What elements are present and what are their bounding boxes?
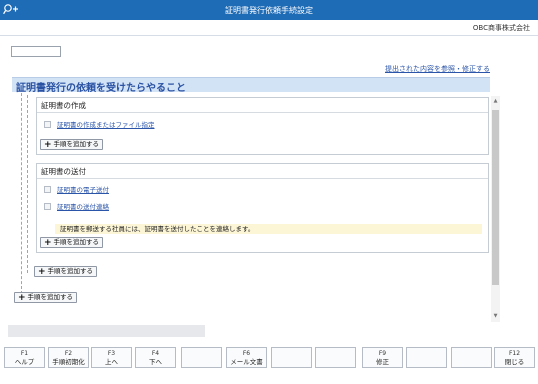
- add-step-label: 手順を追加する: [53, 238, 100, 246]
- fkey-label: 上へ: [105, 358, 118, 366]
- divider: [0, 35, 538, 36]
- fkey-label: 下へ: [149, 358, 162, 366]
- scrollbar-thumb[interactable]: [492, 110, 499, 285]
- f11-button[interactable]: [451, 347, 492, 368]
- step-card-heading: 証明書の作成: [37, 98, 488, 113]
- section-header: 証明書発行の依頼を受けたらやること: [12, 77, 490, 94]
- task-send-notice[interactable]: 証明書の送付連絡: [44, 203, 109, 212]
- f5-button[interactable]: [181, 347, 222, 368]
- fkey-number: [316, 348, 355, 349]
- tree-line: [27, 95, 28, 273]
- fkey-number: F12: [508, 350, 521, 357]
- f7-button[interactable]: [271, 347, 312, 368]
- f9-edit-button[interactable]: F9 修正: [362, 347, 403, 368]
- step-card-send: 証明書の送付 証明書の電子送付 証明書の送付連絡 証明書を郵送する社員には、証明…: [36, 163, 489, 253]
- reference-edit-link[interactable]: 提出された内容を参照・修正する: [385, 64, 490, 74]
- add-step-label: 手順を追加する: [27, 293, 74, 301]
- f2-reset-steps-button[interactable]: F2 手順初期化: [48, 347, 89, 368]
- task-link[interactable]: 証明書の電子送付: [57, 186, 109, 194]
- f8-button[interactable]: [315, 347, 356, 368]
- company-name: OBC商事株式会社: [472, 24, 530, 32]
- fkey-number: [407, 348, 446, 349]
- add-step-button[interactable]: + 手順を追加する: [40, 237, 104, 248]
- title-bar: 証明書発行依頼手続設定: [0, 0, 538, 20]
- task-note: 証明書を郵送する社員には、証明書を送付したことを連絡します。: [55, 224, 482, 234]
- scroll-down-icon[interactable]: ▼: [492, 313, 499, 320]
- fkey-number: F3: [107, 350, 116, 357]
- status-bar: [8, 325, 205, 337]
- fkey-number: [272, 348, 311, 349]
- plus-icon: +: [44, 238, 52, 248]
- fkey-label: 閉じる: [504, 358, 525, 366]
- fkey-number: F4: [151, 350, 160, 357]
- plus-icon: +: [44, 140, 52, 150]
- f4-down-button[interactable]: F4 下へ: [135, 347, 176, 368]
- add-step-label: 手順を追加する: [53, 140, 100, 148]
- task-checkbox[interactable]: [44, 121, 51, 128]
- add-step-label: 手順を追加する: [47, 267, 94, 275]
- fkey-number: F1: [20, 350, 29, 357]
- step-card-heading: 証明書の送付: [37, 164, 488, 179]
- f1-help-button[interactable]: F1 ヘルプ: [4, 347, 45, 368]
- fkey-number: [182, 348, 221, 349]
- section-title: 証明書発行の依頼を受けたらやること: [16, 83, 186, 94]
- fkey-number: F6: [242, 350, 251, 357]
- fkey-number: F2: [64, 350, 73, 357]
- fkey-number: [452, 348, 491, 349]
- step-card-create: 証明書の作成 証明書の作成またはファイル指定 + 手順を追加する: [36, 97, 489, 155]
- task-link[interactable]: 証明書の作成またはファイル指定: [57, 121, 155, 129]
- plus-icon: +: [38, 267, 46, 277]
- add-step-button-root[interactable]: + 手順を追加する: [14, 292, 78, 303]
- vertical-scrollbar[interactable]: ▲ ▼: [491, 96, 500, 322]
- task-create-certificate[interactable]: 証明書の作成またはファイル指定: [44, 121, 155, 130]
- f6-mail-document-button[interactable]: F6 メール文書: [226, 347, 267, 368]
- f3-up-button[interactable]: F3 上へ: [91, 347, 132, 368]
- task-electronic-send[interactable]: 証明書の電子送付: [44, 186, 109, 195]
- fkey-label: ヘルプ: [14, 358, 35, 366]
- add-step-button-outer[interactable]: + 手順を追加する: [34, 266, 98, 277]
- f10-button[interactable]: [406, 347, 447, 368]
- task-checkbox[interactable]: [44, 203, 51, 210]
- f12-close-button[interactable]: F12 閉じる: [494, 347, 535, 368]
- function-key-bar: F1 ヘルプ F2 手順初期化 F3 上へ F4 下へ F6 メール文書 F9 修正 F12…: [0, 344, 538, 384]
- task-checkbox[interactable]: [44, 186, 51, 193]
- fkey-label: 手順初期化: [52, 358, 85, 366]
- tree-line: [21, 93, 22, 294]
- window-title: 証明書発行依頼手続設定: [225, 6, 313, 15]
- fkey-label: メール文書: [230, 358, 263, 366]
- plus-icon: +: [18, 293, 26, 303]
- task-link[interactable]: 証明書の送付連絡: [57, 203, 109, 211]
- scroll-up-icon[interactable]: ▲: [492, 98, 499, 105]
- fkey-label: 修正: [376, 358, 389, 366]
- fkey-number: F9: [378, 350, 387, 357]
- top-input[interactable]: [11, 46, 61, 57]
- add-step-button[interactable]: + 手順を追加する: [40, 139, 104, 150]
